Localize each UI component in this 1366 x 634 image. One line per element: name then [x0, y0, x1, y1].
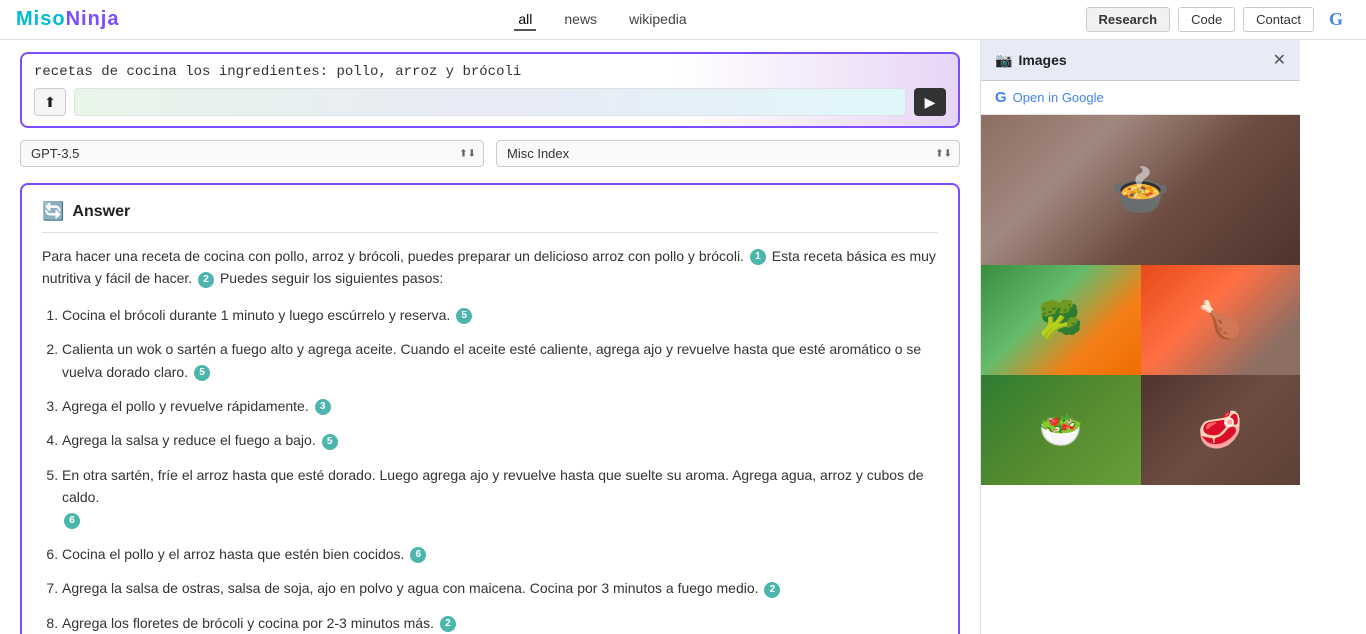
food-image-4[interactable]: [981, 375, 1141, 485]
close-icon[interactable]: ✕: [1273, 50, 1286, 70]
answer-intro-text1: Para hacer una receta de cocina con poll…: [42, 248, 744, 264]
camera-icon: 📷: [995, 52, 1012, 69]
cite-badge: 6: [64, 513, 80, 529]
index-select-wrapper: Misc Index General Index ⬆⬇: [496, 140, 960, 167]
answer-intro: Para hacer una receta de cocina con poll…: [42, 245, 938, 290]
open-in-google-button[interactable]: G Open in Google: [981, 81, 1300, 115]
food-image-2[interactable]: [981, 265, 1141, 375]
cite-badge: 5: [322, 434, 338, 450]
selects-row: GPT-3.5 GPT-4 ⬆⬇ Misc Index General Inde…: [20, 140, 960, 167]
step-text: En otra sartén, fríe el arroz hasta que …: [62, 467, 924, 505]
answer-intro-text3: Puedes seguir los siguientes pasos:: [220, 270, 443, 286]
food-image-3[interactable]: [1141, 265, 1301, 375]
step-text: Agrega los floretes de brócoli y cocina …: [62, 615, 434, 631]
right-panel: 📷 Images ✕ G Open in Google: [980, 40, 1300, 634]
logo: MisoNinja: [16, 8, 119, 31]
cite-badge: 2: [440, 616, 456, 632]
search-bar-fill[interactable]: [74, 88, 906, 116]
answer-title: Answer: [72, 203, 130, 221]
images-title-text: Images: [1018, 52, 1066, 68]
nav-tabs: all news wikipedia: [514, 9, 690, 31]
model-select[interactable]: GPT-3.5 GPT-4: [20, 140, 484, 167]
answer-box: 🔄 Answer Para hacer una receta de cocina…: [20, 183, 960, 634]
google-icon: G: [995, 89, 1007, 106]
contact-button[interactable]: Contact: [1243, 7, 1314, 32]
header: MisoNinja all news wikipedia Research Co…: [0, 0, 1366, 40]
step-text: Cocina el pollo y el arroz hasta que est…: [62, 546, 404, 562]
list-item: Agrega la salsa y reduce el fuego a bajo…: [62, 429, 938, 451]
code-button[interactable]: Code: [1178, 7, 1235, 32]
main: recetas de cocina los ingredientes: poll…: [0, 40, 1366, 634]
list-item: Agrega los floretes de brócoli y cocina …: [62, 612, 938, 634]
tab-wikipedia[interactable]: wikipedia: [625, 9, 691, 31]
step-text: Calienta un wok o sartén a fuego alto y …: [62, 341, 921, 379]
step-text: Agrega la salsa y reduce el fuego a bajo…: [62, 432, 316, 448]
search-query: recetas de cocina los ingredientes: poll…: [34, 64, 946, 80]
images-grid: [981, 115, 1300, 485]
images-title: 📷 Images: [995, 52, 1067, 69]
search-actions: ⬆ ▶: [34, 88, 946, 116]
list-item: Cocina el pollo y el arroz hasta que est…: [62, 543, 938, 565]
list-item: Agrega la salsa de ostras, salsa de soja…: [62, 577, 938, 599]
step-text: Cocina el brócoli durante 1 minuto y lue…: [62, 307, 450, 323]
list-item: Calienta un wok o sartén a fuego alto y …: [62, 338, 938, 383]
answer-icon: 🔄: [42, 201, 64, 222]
center-panel: recetas de cocina los ingredientes: poll…: [0, 40, 980, 634]
food-image-1[interactable]: [981, 115, 1300, 265]
google-button[interactable]: G: [1322, 6, 1350, 34]
cite-badge-2: 2: [198, 272, 214, 288]
send-button[interactable]: ▶: [914, 88, 946, 116]
list-item: En otra sartén, fríe el arroz hasta que …: [62, 464, 938, 531]
header-right: Research Code Contact G: [1086, 6, 1350, 34]
cite-badge: 3: [315, 399, 331, 415]
tab-all[interactable]: all: [514, 9, 536, 31]
research-button[interactable]: Research: [1086, 7, 1171, 32]
answer-list: Cocina el brócoli durante 1 minuto y lue…: [42, 304, 938, 634]
cite-badge: 5: [194, 365, 210, 381]
cite-badge-1: 1: [750, 249, 766, 265]
cite-badge: 6: [410, 547, 426, 563]
open-google-label: Open in Google: [1013, 90, 1104, 105]
index-select[interactable]: Misc Index General Index: [496, 140, 960, 167]
cite-badge: 5: [456, 308, 472, 324]
tab-news[interactable]: news: [560, 9, 601, 31]
food-image-5[interactable]: [1141, 375, 1301, 485]
images-header: 📷 Images ✕: [981, 40, 1300, 81]
list-item: Cocina el brócoli durante 1 minuto y lue…: [62, 304, 938, 326]
food-images-row-2: [981, 265, 1300, 375]
list-item: Agrega el pollo y revuelve rápidamente. …: [62, 395, 938, 417]
step-text: Agrega la salsa de ostras, salsa de soja…: [62, 580, 759, 596]
send-icon: ▶: [925, 94, 936, 111]
model-select-wrapper: GPT-3.5 GPT-4 ⬆⬇: [20, 140, 484, 167]
cite-badge: 2: [764, 582, 780, 598]
step-text: Agrega el pollo y revuelve rápidamente.: [62, 398, 309, 414]
answer-header: 🔄 Answer: [42, 201, 938, 233]
food-images-row-3: [981, 375, 1300, 485]
logo-suffix: Ninja: [66, 8, 120, 30]
logo-prefix: Miso: [16, 8, 66, 30]
upload-icon: ⬆: [44, 94, 56, 111]
search-box: recetas de cocina los ingredientes: poll…: [20, 52, 960, 128]
upload-button[interactable]: ⬆: [34, 88, 66, 116]
